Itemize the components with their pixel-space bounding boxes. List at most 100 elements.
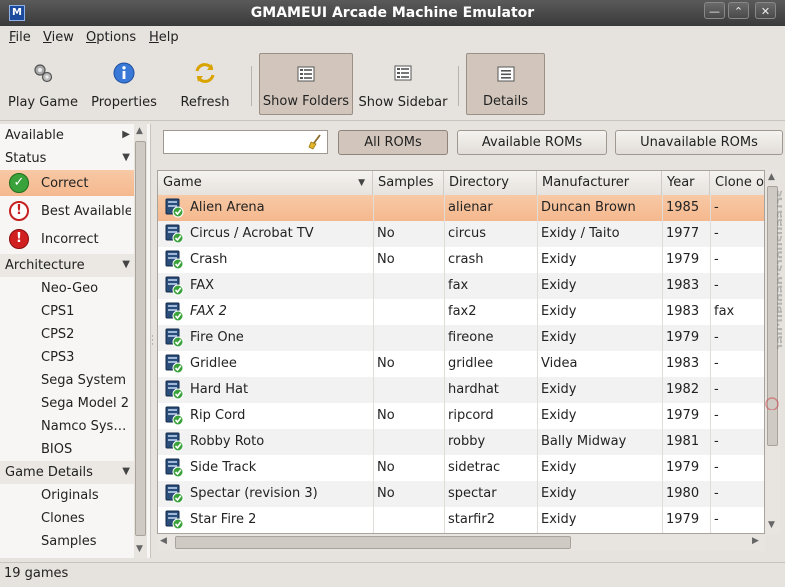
sidebar-item-sega-system[interactable]: Sega System xyxy=(0,369,134,391)
debian-swirl-icon xyxy=(765,397,779,410)
table-row[interactable]: Crash No crash Exidy 1979- xyxy=(158,247,764,273)
details-label: Details xyxy=(482,94,529,109)
sidebar-group-architecture[interactable]: Architecture ▼ xyxy=(0,254,134,277)
menu-options[interactable]: Options xyxy=(86,30,136,45)
sidebar-item-cps3[interactable]: CPS3 xyxy=(0,346,134,368)
table-row[interactable]: Circus / Acrobat TV No circus Exidy / Taito… xyxy=(158,221,764,247)
cell-year: 1979 xyxy=(666,330,700,345)
table-row[interactable]: Rip Cord No ripcord Exidy 1979- xyxy=(158,403,764,429)
table-row[interactable]: Fire One fireone Exidy 1979- xyxy=(158,325,764,351)
sidebar-item-originals[interactable]: Originals xyxy=(0,484,134,506)
sidebar-group-status[interactable]: Status ▼ xyxy=(0,147,134,170)
table-row[interactable]: Alien Arena alienar Duncan Brown 1985- xyxy=(158,195,764,221)
column-header-game[interactable]: Game ▼ xyxy=(158,171,373,195)
table-row[interactable]: FAX 2 fax2 Exidy 1983 fax xyxy=(158,299,764,325)
scroll-left-arrow-icon[interactable]: ◀ xyxy=(160,536,167,546)
sidebar-item-cps1[interactable]: CPS1 xyxy=(0,300,134,322)
sidebar-item-neo-geo[interactable]: Neo-Geo xyxy=(0,277,134,299)
game-count: 19 games xyxy=(4,566,69,581)
sidebar-item-sega-model-2[interactable]: Sega Model 2 xyxy=(0,392,134,414)
sidebar-item-cps2[interactable]: CPS2 xyxy=(0,323,134,345)
close-button[interactable]: ✕ xyxy=(755,2,776,19)
table-row[interactable]: Robby Roto robby Bally Midway 1981- xyxy=(158,429,764,455)
sidebar-item-best-available[interactable]: ! Best Available xyxy=(0,198,134,224)
horizontal-scroll-thumb[interactable] xyxy=(175,536,571,549)
sidebar-scrollbar[interactable]: ▲ ▼ xyxy=(134,124,147,558)
sidebar-item-label: CPS1 xyxy=(41,304,75,319)
sidebar-item-clones[interactable]: Clones xyxy=(0,507,134,529)
clear-broom-icon[interactable] xyxy=(308,134,322,150)
table-row[interactable]: Star Fire 2 starfir2 Exidy 1979- xyxy=(158,507,764,533)
cell-clone-of: - xyxy=(714,382,719,397)
game-list-table: Game ▼ Samples Directory Manufacturer Ye… xyxy=(157,170,765,534)
sidebar-group-label: Architecture xyxy=(5,258,85,273)
scroll-down-arrow-icon[interactable]: ▼ xyxy=(136,544,143,554)
available-roms-button[interactable]: Available ROMs xyxy=(457,130,607,155)
scroll-up-arrow-icon[interactable]: ▲ xyxy=(768,172,775,182)
cell-directory: sidetrac xyxy=(448,460,501,475)
cell-samples: No xyxy=(377,486,395,501)
table-horizontal-scrollbar[interactable]: ◀ ▶ xyxy=(157,534,765,551)
cell-directory: robby xyxy=(448,434,486,449)
table-row[interactable]: Spectar (revision 3) No spectar Exidy 1980- xyxy=(158,481,764,507)
table-row[interactable]: Hard Hat hardhat Exidy 1982- xyxy=(158,377,764,403)
play-game-button[interactable]: Play Game xyxy=(4,53,82,115)
toolbar: Play Game Properties Refresh Show Folder… xyxy=(0,50,785,121)
column-header-manufacturer[interactable]: Manufacturer xyxy=(537,171,662,195)
sidebar-item-label: BIOS xyxy=(41,442,73,457)
column-header-clone-of[interactable]: Clone of xyxy=(710,171,764,195)
table-row[interactable]: FAX fax Exidy 1983- xyxy=(158,273,764,299)
menu-view[interactable]: View xyxy=(43,30,74,45)
pane-resize-handle[interactable]: · · · xyxy=(151,333,155,350)
sidebar-item-bios[interactable]: BIOS xyxy=(0,438,134,460)
search-input[interactable] xyxy=(168,132,307,154)
search-field[interactable] xyxy=(163,130,328,154)
column-divider xyxy=(710,195,711,533)
sidebar-scroll-thumb[interactable] xyxy=(135,141,146,536)
sidebar-item-incorrect[interactable]: ! Incorrect xyxy=(0,226,134,252)
minimize-button[interactable]: — xyxy=(704,2,725,19)
unavailable-roms-button[interactable]: Unavailable ROMs xyxy=(615,130,783,155)
cell-year: 1980 xyxy=(666,486,700,501)
properties-button[interactable]: Properties xyxy=(86,53,162,115)
cell-clone-of: - xyxy=(714,226,719,241)
cell-samples: No xyxy=(377,252,395,267)
scroll-right-arrow-icon[interactable]: ▶ xyxy=(752,536,759,546)
sidebar-group-game-details[interactable]: Game Details ▼ xyxy=(0,461,134,484)
scroll-down-arrow-icon[interactable]: ▼ xyxy=(768,520,775,530)
table-row[interactable]: Gridlee No gridlee Videa 1983- xyxy=(158,351,764,377)
show-folders-toggle[interactable]: Show Folders xyxy=(259,53,353,115)
scroll-up-arrow-icon[interactable]: ▲ xyxy=(136,126,143,136)
details-view-toggle[interactable]: Details xyxy=(466,53,545,115)
sidebar-item-available[interactable]: Available ▶ xyxy=(0,124,134,147)
maximize-button[interactable]: ⌃ xyxy=(728,2,749,19)
table-row[interactable]: Side Track No sidetrac Exidy 1979- xyxy=(158,455,764,481)
sidebar-item-correct[interactable]: ✓ Correct xyxy=(0,170,134,196)
cell-year: 1977 xyxy=(666,226,700,241)
cell-directory: gridlee xyxy=(448,356,494,371)
refresh-button[interactable]: Refresh xyxy=(168,53,242,115)
cell-directory: fireone xyxy=(448,330,494,345)
cell-clone-of: - xyxy=(714,252,719,267)
sidebar-item-label: Sega Model 2 xyxy=(41,396,130,411)
sidebar-item-samples[interactable]: Samples xyxy=(0,530,134,552)
menu-file[interactable]: File xyxy=(9,30,31,45)
sidebar-item-label: Best Available xyxy=(41,204,131,219)
column-header-year[interactable]: Year xyxy=(662,171,710,195)
column-header-samples[interactable]: Samples xyxy=(373,171,444,195)
show-sidebar-toggle[interactable]: Show Sidebar xyxy=(357,53,449,115)
refresh-label: Refresh xyxy=(180,95,230,110)
all-roms-button[interactable]: All ROMs xyxy=(338,130,448,155)
column-divider xyxy=(537,195,538,533)
cell-samples xyxy=(373,195,444,221)
cell-clone-of: - xyxy=(714,512,719,527)
cell-manufacturer: Exidy xyxy=(541,304,577,319)
column-header-directory[interactable]: Directory xyxy=(444,171,537,195)
cell-game: Fire One xyxy=(190,330,244,345)
cell-samples: No xyxy=(377,460,395,475)
menu-help[interactable]: Help xyxy=(149,30,179,45)
title-bar[interactable]: M GMAMEUI Arcade Machine Emulator — ⌃ ✕ xyxy=(0,0,785,26)
sidebar-item-namco-system[interactable]: Namco System xyxy=(0,415,134,437)
sidebar-item-label: Incorrect xyxy=(41,232,99,247)
column-header-label: Game xyxy=(163,175,202,190)
